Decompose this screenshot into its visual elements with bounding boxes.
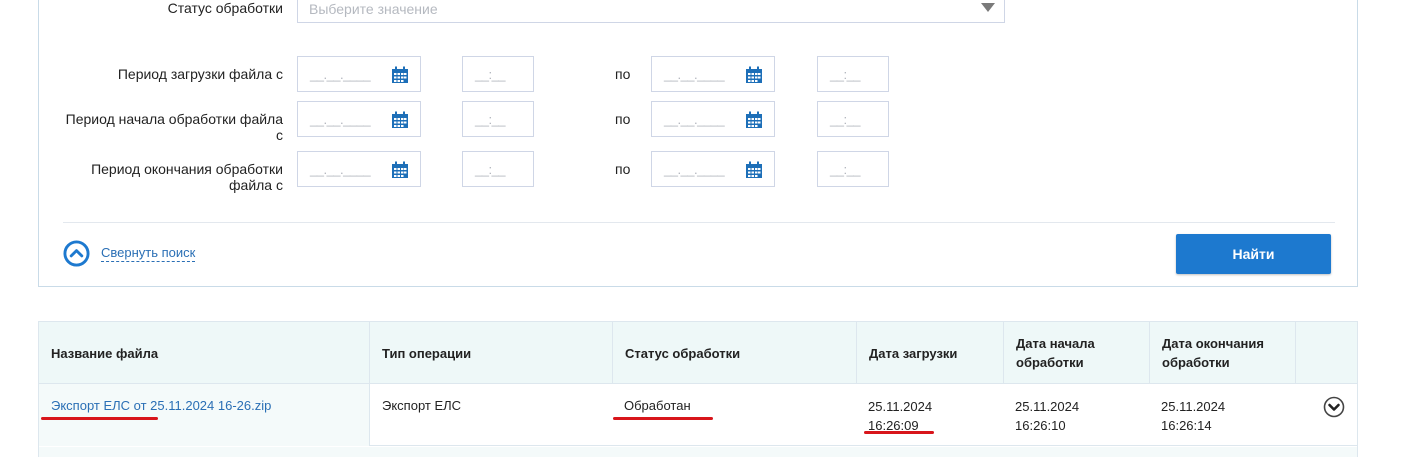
end-to-time-input[interactable]: __:__ [817,151,889,187]
cell-end-date: 25.11.2024 16:26:14 [1149,384,1295,446]
calendar-icon[interactable] [391,66,409,84]
column-header-end-date-line2: обработки [1162,355,1230,370]
end-to-date-input[interactable]: __.__.____ [651,151,775,187]
date-mask: __.__.____ [664,162,725,177]
annotation-underline [613,417,713,420]
start-time: 16:26:10 [1015,418,1066,433]
divider [63,222,1335,223]
end-date: 25.11.2024 [1161,399,1226,414]
column-header-op-type[interactable]: Тип операции [369,322,612,384]
end-period-label-line1: Период окончания обработки [91,161,283,177]
dropdown-arrow-icon [981,3,995,12]
date-mask: __.__.____ [310,112,371,127]
date-mask: __.__.____ [664,67,725,82]
start-date: 25.11.2024 [1015,399,1080,414]
chevron-up-circle-icon[interactable] [63,240,90,267]
cell-op-type: Экспорт ЕЛС [369,384,612,446]
to-label: по [615,161,631,177]
column-header-end-date-line1: Дата окончания [1162,336,1264,351]
calendar-icon[interactable] [745,161,763,179]
table-header: Название файла Тип операции Статус обраб… [39,322,1357,384]
calendar-icon[interactable] [745,66,763,84]
start-to-date-input[interactable]: __.__.____ [651,101,775,137]
start-period-label-line1: Период начала обработки файла [65,111,283,127]
collapse-search-toggle[interactable]: Свернуть поиск [63,240,196,267]
to-label: по [615,66,631,82]
find-button[interactable]: Найти [1176,234,1331,274]
upload-from-time-input[interactable]: __:__ [462,56,534,92]
cell-start-date: 25.11.2024 16:26:10 [1003,384,1149,446]
column-header-start-date-line1: Дата начала [1016,336,1095,351]
time-mask: __:__ [475,67,506,82]
column-header-end-date[interactable]: Дата окончания обработки [1149,322,1295,384]
end-from-time-input[interactable]: __:__ [462,151,534,187]
annotation-underline [41,417,158,420]
status-select[interactable]: Выберите значение [297,0,1005,23]
upload-period-label: Период загрузки файла с [117,66,283,82]
upload-to-date-input[interactable]: __.__.____ [651,56,775,92]
date-mask: __.__.____ [664,112,725,127]
start-period-label: Период начала обработки файла с [66,111,283,143]
calendar-icon[interactable] [391,161,409,179]
date-mask: __.__.____ [310,67,371,82]
end-period-label-line2: файла с [229,177,283,193]
collapse-search-link[interactable]: Свернуть поиск [101,245,196,262]
date-mask: __.__.____ [310,162,371,177]
start-from-date-input[interactable]: __.__.____ [297,101,421,137]
time-mask: __:__ [830,67,861,82]
time-mask: __:__ [475,112,506,127]
status-select-placeholder: Выберите значение [309,1,438,17]
column-header-filename[interactable]: Название файла [39,322,369,384]
upload-date: 25.11.2024 [868,399,933,414]
time-mask: __:__ [830,162,861,177]
column-header-actions [1295,322,1358,384]
to-label: по [615,111,631,127]
start-from-time-input[interactable]: __:__ [462,101,534,137]
start-period-label-line2: с [276,127,283,143]
cell-upload-date: 25.11.2024 16:26:09 [856,384,1003,446]
calendar-icon[interactable] [745,111,763,129]
start-to-time-input[interactable]: __:__ [817,101,889,137]
column-header-upload-date[interactable]: Дата загрузки [856,322,1003,384]
cell-status: Обработан [624,398,691,413]
time-mask: __:__ [830,112,861,127]
table-row: Экспорт ЕЛС от 25.11.2024 16-26.zip Эксп… [39,384,1357,446]
cell-filename: Экспорт ЕЛС от 25.11.2024 16-26.zip [39,384,369,446]
column-header-start-date-line2: обработки [1016,355,1084,370]
column-header-start-date[interactable]: Дата начала обработки [1003,322,1149,384]
end-from-date-input[interactable]: __.__.____ [297,151,421,187]
file-link[interactable]: Экспорт ЕЛС от 25.11.2024 16-26.zip [51,398,271,413]
table-row [39,447,1357,457]
upload-to-time-input[interactable]: __:__ [817,56,889,92]
chevron-down-circle-icon[interactable] [1323,396,1345,418]
time-mask: __:__ [475,162,506,177]
end-time: 16:26:14 [1161,418,1212,433]
results-table: Название файла Тип операции Статус обраб… [38,321,1358,457]
end-period-label: Период окончания обработки файла с [91,161,283,193]
upload-from-date-input[interactable]: __.__.____ [297,56,421,92]
annotation-underline [864,431,934,434]
search-panel: Статус обработки Выберите значение Перио… [38,0,1358,287]
column-header-status[interactable]: Статус обработки [612,322,856,384]
calendar-icon[interactable] [391,111,409,129]
status-filter-label: Статус обработки [167,0,283,16]
